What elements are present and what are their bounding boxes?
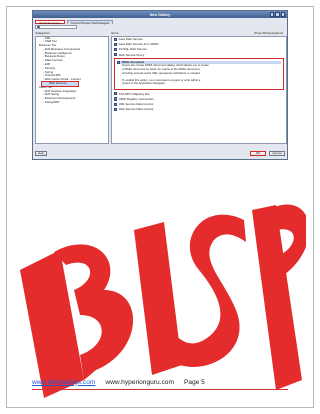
wsdl-document-item[interactable]: WSDL Document Opens the Create WSDL Docu… <box>114 58 284 91</box>
item-icon <box>114 37 118 41</box>
gallery-panes: Categories: Items: Show All Descriptions… <box>35 31 287 144</box>
category-item[interactable]: - Web Cache Portal - Content <box>36 77 108 82</box>
gallery-item[interactable]: Web Service Data Control <box>112 107 286 112</box>
ok-button[interactable]: OK <box>250 150 266 156</box>
item-icon <box>114 97 118 101</box>
item-icon <box>114 102 118 106</box>
wsdl-icon <box>117 60 121 65</box>
footer-link[interactable]: www.bisptrainigs.com <box>32 379 95 386</box>
dialog-titlebar: New Gallery <box>33 11 287 18</box>
gallery-item[interactable]: Web Service Proxy <box>112 52 286 57</box>
search-row <box>33 24 287 30</box>
item-icon <box>114 107 118 111</box>
item-icon <box>114 42 118 46</box>
help-button[interactable]: Help <box>35 150 47 156</box>
tab-current-project-technologies[interactable]: Current Project Technologies <box>66 19 114 25</box>
category-item[interactable]: - Swing/AWT <box>36 100 108 105</box>
gallery-item-label: Java Web Service <box>118 37 143 42</box>
gallery-item-label: UDDI Registry Connection <box>118 97 154 102</box>
dialog-button-bar: Help OK Cancel <box>35 149 285 157</box>
gallery-item-label: Web Service Proxy <box>118 52 145 57</box>
close-icon[interactable] <box>280 12 285 17</box>
new-gallery-dialog: New Gallery All Technologies Current Pro… <box>32 10 288 160</box>
show-all-descriptions-checkbox[interactable]: Show All Descriptions <box>254 31 283 35</box>
gallery-item-label: Java Web Service from WSDL <box>118 42 160 47</box>
items-header: Items: <box>111 31 120 35</box>
gallery-item-label: PL/SQL Web Service <box>118 47 147 52</box>
description-line: project in the Application Navigator. <box>122 81 166 86</box>
categories-tree: - XML - XSM Tier Business Tier - ADF Busine… <box>35 35 109 144</box>
footer-site: www.hyperionguru.com <box>105 378 174 386</box>
gallery-item-label: URL Service Data Control <box>118 102 154 107</box>
gallery-item-label: JAX-RPC Mapping File <box>118 91 150 96</box>
dialog-title: New Gallery <box>149 12 171 17</box>
tab-all-technologies[interactable]: All Technologies <box>35 19 65 25</box>
gallery-item-label: Web Service Data Control <box>118 107 154 112</box>
categories-header: Categories: <box>35 31 51 35</box>
page-footer: www.bisptrainigs.com www.hyperionguru.co… <box>32 376 288 388</box>
item-icon <box>114 53 118 57</box>
minimize-icon[interactable] <box>269 12 274 17</box>
column-headers: Categories: Items: Show All Descriptions <box>35 31 287 35</box>
item-icon <box>114 47 118 52</box>
search-input[interactable] <box>35 25 77 29</box>
footer-rule <box>32 389 288 390</box>
search-icon <box>37 25 40 29</box>
page-number: Page 5 <box>183 378 205 386</box>
items-list: Java Web Service Java Web Service from WS… <box>111 35 287 144</box>
maximize-icon[interactable] <box>275 12 280 17</box>
item-icon <box>114 92 118 96</box>
cancel-button[interactable]: Cancel <box>269 150 285 156</box>
